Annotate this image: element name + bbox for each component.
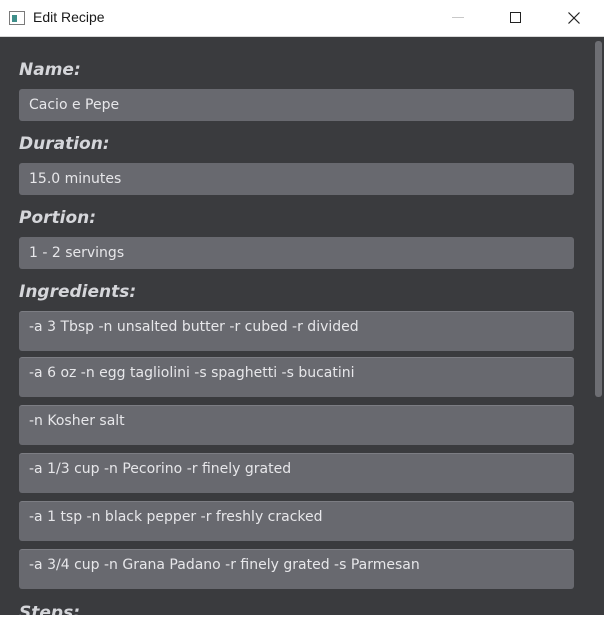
name-input[interactable]: Cacio e Pepe [19, 89, 574, 121]
portion-input[interactable]: 1 - 2 servings [19, 237, 574, 269]
title-bar[interactable]: Edit Recipe [0, 0, 604, 37]
scrollbar-thumb[interactable] [595, 41, 602, 397]
vertical-scrollbar[interactable] [593, 37, 604, 615]
portion-label: Portion: [19, 208, 97, 228]
duration-input[interactable]: 15.0 minutes [19, 163, 574, 195]
app-icon-pane [12, 15, 17, 22]
app-window-icon [9, 11, 25, 25]
recipe-form: Name: Cacio e Pepe Duration: 15.0 minute… [0, 37, 593, 615]
ingredient-input[interactable]: -a 3/4 cup -n Grana Padano -r finely gra… [19, 549, 574, 589]
minimize-button[interactable] [429, 0, 487, 36]
duration-label: Duration: [19, 134, 110, 154]
ingredient-input[interactable]: -a 3 Tbsp -n unsalted butter -r cubed -r… [19, 311, 574, 351]
minimize-icon [452, 17, 464, 18]
steps-label: Steps: [19, 603, 80, 615]
window-title: Edit Recipe [33, 9, 105, 25]
maximize-icon [510, 12, 521, 23]
edit-recipe-window: Edit Recipe Name: Cacio e Pepe Duration:… [0, 0, 604, 617]
ingredient-input[interactable]: -a 1/3 cup -n Pecorino -r finely grated [19, 453, 574, 493]
close-button[interactable] [545, 0, 603, 36]
close-icon [568, 12, 580, 24]
ingredient-input[interactable]: -n Kosher salt [19, 405, 574, 445]
ingredient-input[interactable]: -a 6 oz -n egg tagliolini -s spaghetti -… [19, 357, 574, 397]
maximize-button[interactable] [487, 0, 545, 36]
ingredients-label: Ingredients: [19, 282, 137, 302]
ingredient-input[interactable]: -a 1 tsp -n black pepper -r freshly crac… [19, 501, 574, 541]
name-label: Name: [19, 60, 81, 80]
